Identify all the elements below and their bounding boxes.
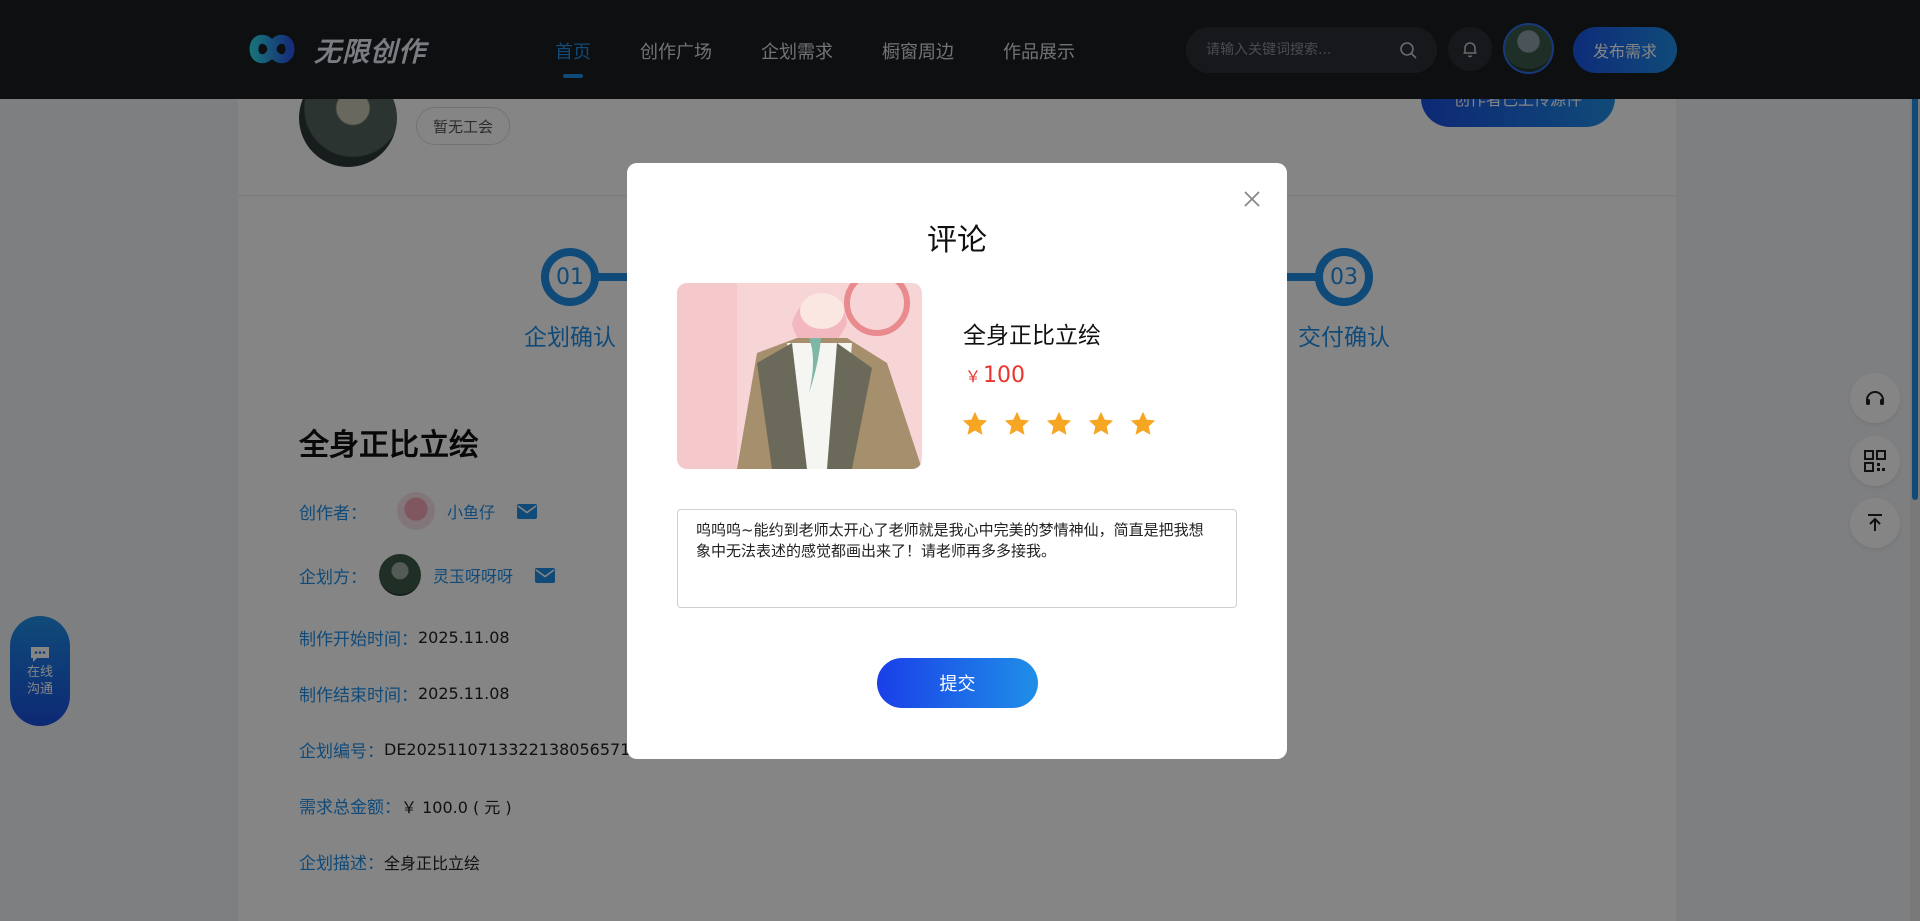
star-icon[interactable]	[1045, 410, 1073, 438]
price-symbol: ￥	[965, 367, 982, 386]
star-icon[interactable]	[1087, 410, 1115, 438]
rating-stars	[961, 410, 1171, 438]
product-thumbnail	[677, 283, 922, 469]
star-icon[interactable]	[1129, 410, 1157, 438]
star-icon[interactable]	[961, 410, 989, 438]
modal-title: 评论	[927, 223, 987, 258]
submit-button[interactable]: 提交	[877, 658, 1038, 708]
star-icon[interactable]	[1003, 410, 1031, 438]
price-value: 100	[983, 363, 1026, 388]
product-name: 全身正比立绘	[963, 323, 1101, 349]
comment-modal: 评论 全身正比立绘 ￥100 呜呜呜~能约到老师太开心了老师就是我心中完美的梦情…	[627, 163, 1287, 759]
comment-textarea[interactable]: 呜呜呜~能约到老师太开心了老师就是我心中完美的梦情神仙，简直是把我想象中无法表述…	[677, 509, 1237, 608]
product-price: ￥100	[965, 363, 1025, 388]
close-icon[interactable]	[1239, 186, 1265, 212]
